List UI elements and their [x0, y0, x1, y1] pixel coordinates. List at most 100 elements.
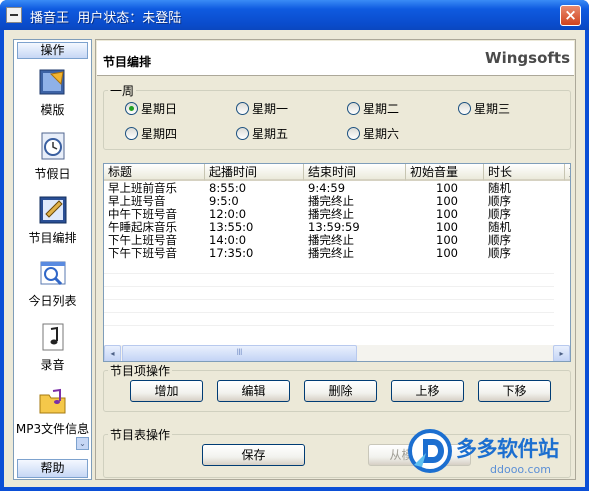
cell-end: 13:59:59: [308, 221, 360, 234]
sidebar-scroll-down-button[interactable]: ⌄: [76, 437, 89, 450]
scroll-thumb[interactable]: Ⅲ: [122, 345, 357, 361]
cell-start: 17:35:0: [209, 247, 254, 260]
delete-button[interactable]: 删除: [304, 380, 377, 402]
horizontal-scrollbar[interactable]: ◂ Ⅲ ▸: [104, 345, 570, 361]
cell-duration: 随机: [488, 182, 511, 195]
sidebar-item-label: MP3文件信息: [15, 422, 90, 436]
sidebar-item-label: 模版: [40, 103, 65, 117]
column-header-file[interactable]: 文: [565, 164, 570, 181]
cell-title: 早上班前音乐: [108, 182, 177, 195]
column-header-title[interactable]: 标题: [104, 164, 205, 181]
cell-file: [565, 195, 570, 208]
main-panel: 节目编排 Wingsofts 一周 星期日 星期一 星期二 星期三 星期四 星期…: [95, 39, 576, 480]
watermark-text: 多多软件站: [456, 437, 559, 461]
cell-end: 播完终止: [308, 208, 354, 221]
item-ops-legend: 节目项操作: [110, 364, 171, 378]
table-row[interactable]: 午睡起床音乐 13:55:0 13:59:59 100 随机 1: [104, 221, 570, 234]
cell-start: 13:55:0: [209, 221, 254, 234]
radio-label: 星期日: [141, 102, 178, 116]
move-up-button[interactable]: 上移: [391, 380, 464, 402]
cell-title: 午睡起床音乐: [108, 221, 177, 234]
radio-wednesday[interactable]: 星期三: [458, 100, 510, 117]
cell-file: 1: [565, 182, 570, 195]
column-header-end[interactable]: 结束时间: [304, 164, 406, 181]
cell-title: 早上班号音: [108, 195, 166, 208]
cell-title: 下午下班号音: [108, 247, 177, 260]
cell-file: [565, 208, 570, 221]
cell-file: 1: [565, 221, 570, 234]
sidebar-header[interactable]: 操作: [17, 42, 88, 59]
radio-friday[interactable]: 星期五: [236, 125, 288, 142]
cell-end: 播完终止: [308, 234, 354, 247]
sidebar-item-mp3-info[interactable]: MP3文件信息: [14, 385, 91, 437]
sidebar-item-today-list[interactable]: 今日列表: [14, 257, 91, 309]
close-button[interactable]: ×: [560, 5, 581, 26]
client-area: 操作 模版 节假日 节目编排 今日列表 录音 MP3文件信息 ⌄ 帮助 节目编排…: [4, 30, 585, 487]
table-row[interactable]: 中午下班号音 12:0:0 播完终止 100 顺序: [104, 208, 570, 221]
list-body: 早上班前音乐 8:55:0 9:4:59 100 随机 1 早上班号音 9:5:0 播完终止 10…: [104, 182, 570, 260]
mp3-folder-icon: [37, 385, 69, 417]
radio-icon: [458, 102, 471, 115]
table-row[interactable]: 下午下班号音 17:35:0 播完终止 100 顺序: [104, 247, 570, 260]
sidebar: 操作 模版 节假日 节目编排 今日列表 录音 MP3文件信息 ⌄ 帮助: [13, 39, 92, 480]
list-header: 标题 起播时间 结束时间 初始音量 时长 文: [104, 164, 570, 181]
scroll-left-button[interactable]: ◂: [104, 345, 121, 361]
grid-line: [104, 273, 554, 274]
radio-sunday[interactable]: 星期日: [125, 100, 177, 117]
edit-button[interactable]: 编辑: [217, 380, 290, 402]
schedule-icon: [37, 194, 69, 226]
column-header-volume[interactable]: 初始音量: [406, 164, 484, 181]
save-button[interactable]: 保存: [202, 444, 305, 466]
radio-icon: [347, 102, 360, 115]
watermark: 多多软件站 ddooo.com: [406, 425, 586, 483]
page-title: 节目编排: [103, 55, 152, 69]
program-list[interactable]: 标题 起播时间 结束时间 初始音量 时长 文 早上班前音乐 8:55:0 9:4:5…: [103, 163, 571, 362]
radio-label: 星期一: [252, 102, 289, 116]
sidebar-item-label: 节假日: [34, 167, 71, 181]
record-icon: [37, 321, 69, 353]
radio-saturday[interactable]: 星期六: [347, 125, 399, 142]
app-window: 播音王 用户状态：未登陆 × 操作 模版 节假日 节目编排 今日列表 录音 MP…: [0, 0, 589, 491]
table-ops-legend: 节目表操作: [110, 428, 171, 442]
radio-monday[interactable]: 星期一: [236, 100, 288, 117]
sidebar-item-label: 节目编排: [28, 231, 77, 245]
sidebar-item-schedule[interactable]: 节目编排: [14, 194, 91, 246]
cell-end: 播完终止: [308, 247, 354, 260]
sidebar-item-template[interactable]: 模版: [14, 66, 91, 118]
cell-volume: 100: [436, 195, 458, 208]
radio-icon: [236, 127, 249, 140]
column-header-start[interactable]: 起播时间: [205, 164, 304, 181]
radio-label: 星期六: [363, 127, 400, 141]
cell-end: 播完终止: [308, 195, 354, 208]
scroll-right-button[interactable]: ▸: [553, 345, 570, 361]
radio-label: 星期五: [252, 127, 289, 141]
table-row[interactable]: 早上班号音 9:5:0 播完终止 100 顺序: [104, 195, 570, 208]
radio-icon: [347, 127, 360, 140]
cell-duration: 顺序: [488, 195, 511, 208]
grid-line: [104, 286, 554, 287]
cell-duration: 顺序: [488, 247, 511, 260]
sidebar-item-holiday[interactable]: 节假日: [14, 130, 91, 182]
brand-logo: Wingsofts: [485, 49, 570, 67]
app-icon: [6, 7, 22, 23]
radio-selected-icon: [125, 102, 138, 115]
table-row[interactable]: 下午上班号音 14:0:0 播完终止 100 顺序: [104, 234, 570, 247]
title-bar[interactable]: 播音王 用户状态：未登陆 ×: [0, 0, 589, 30]
move-down-button[interactable]: 下移: [478, 380, 551, 402]
column-header-duration[interactable]: 时长: [484, 164, 565, 181]
sidebar-item-record[interactable]: 录音: [14, 321, 91, 373]
window-title: 播音王 用户状态：未登陆: [30, 11, 182, 26]
sidebar-footer-help[interactable]: 帮助: [17, 459, 88, 478]
radio-icon: [236, 102, 249, 115]
holiday-icon: [37, 130, 69, 162]
radio-thursday[interactable]: 星期四: [125, 125, 177, 142]
grid-line: [104, 299, 554, 300]
table-row[interactable]: 早上班前音乐 8:55:0 9:4:59 100 随机 1: [104, 182, 570, 195]
template-icon: [37, 66, 69, 98]
radio-label: 星期二: [363, 102, 400, 116]
watermark-url: ddooo.com: [490, 463, 551, 476]
sidebar-item-label: 录音: [40, 358, 65, 372]
add-button[interactable]: 增加: [130, 380, 203, 402]
ddooo-logo-icon: [406, 427, 454, 475]
radio-tuesday[interactable]: 星期二: [347, 100, 399, 117]
